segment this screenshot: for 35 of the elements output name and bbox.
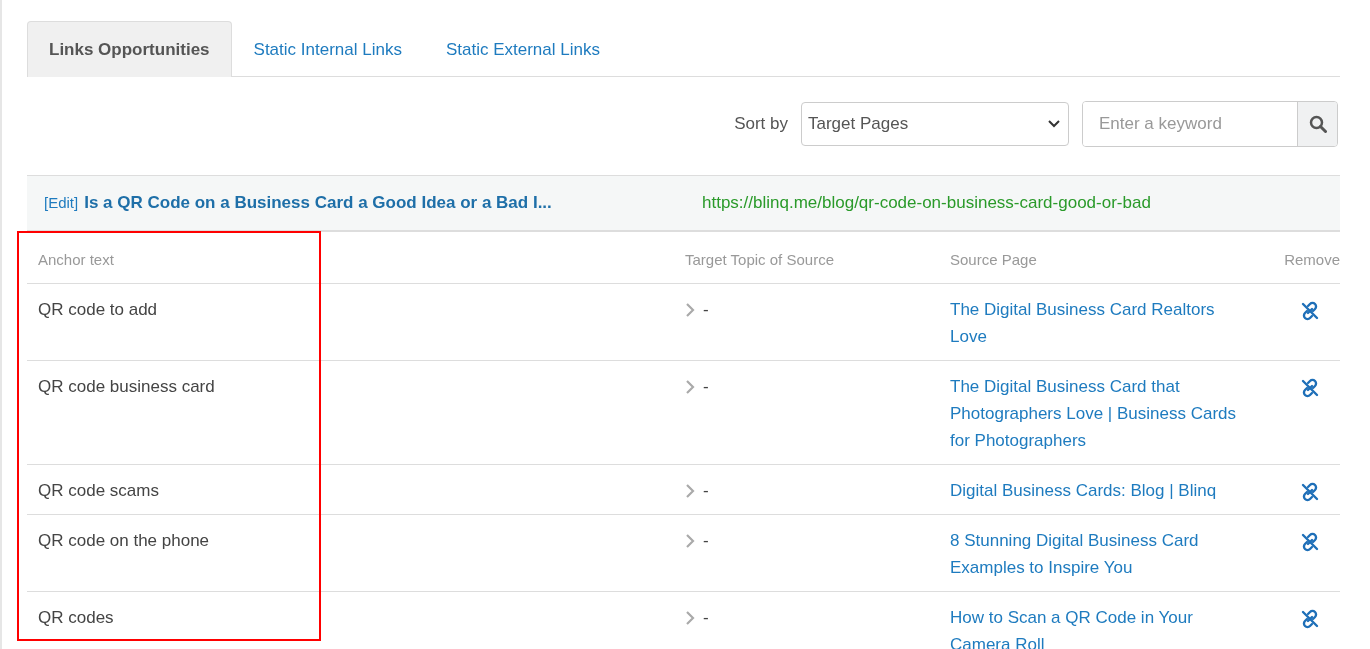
topic-value: - [703,299,709,321]
sort-label: Sort by [734,114,788,134]
anchor-text: QR code on the phone [27,515,674,592]
anchor-text: QR code to add [27,284,674,361]
anchor-text: QR code scams [27,465,674,515]
unlink-button[interactable] [1300,532,1320,552]
target-page-title[interactable]: Is a QR Code on a Business Card a Good Idea or a Bad I... [84,193,552,213]
source-page-link[interactable]: 8 Stunning Digital Business Card Examples to Inspire You [950,527,1240,581]
anchor-text: QR code business card [27,361,674,465]
unlink-button[interactable] [1300,609,1320,629]
target-url: https://blinq.me/blog/qr-code-on-business-card-good-or-bad [702,193,1152,213]
topic-value: - [703,530,709,552]
column-header: Target Topic of Source [674,232,939,284]
tab[interactable]: Links Opportunities [27,21,232,77]
search-button[interactable] [1297,102,1337,146]
unlink-button[interactable] [1300,378,1320,398]
topic-value: - [703,607,709,629]
anchor-text: QR codes [27,592,674,649]
source-page-link[interactable]: The Digital Business Card Realtors Love [950,296,1240,350]
caret-icon [1048,120,1060,128]
source-page-link[interactable]: Digital Business Cards: Blog | Blinq [950,477,1240,504]
unlink-button[interactable] [1300,301,1320,321]
sort-dropdown[interactable]: Target Pages [801,102,1069,146]
column-header: Source Page [939,232,1260,284]
tab[interactable]: Static Internal Links [231,21,424,77]
edit-link[interactable]: [Edit] [44,194,79,211]
unlink-button[interactable] [1300,482,1320,502]
search-field[interactable]: Enter a keyword [1082,101,1338,147]
source-page-link[interactable]: The Digital Business Card that Photographers Love | Business Cards for Photographers [950,373,1240,454]
column-header: Anchor text [27,232,674,284]
topic-value: - [703,480,709,502]
column-header: Remove [1260,232,1340,284]
search-icon [1308,115,1327,133]
tab[interactable]: Static External Links [423,21,622,77]
topic-value: - [703,376,709,398]
